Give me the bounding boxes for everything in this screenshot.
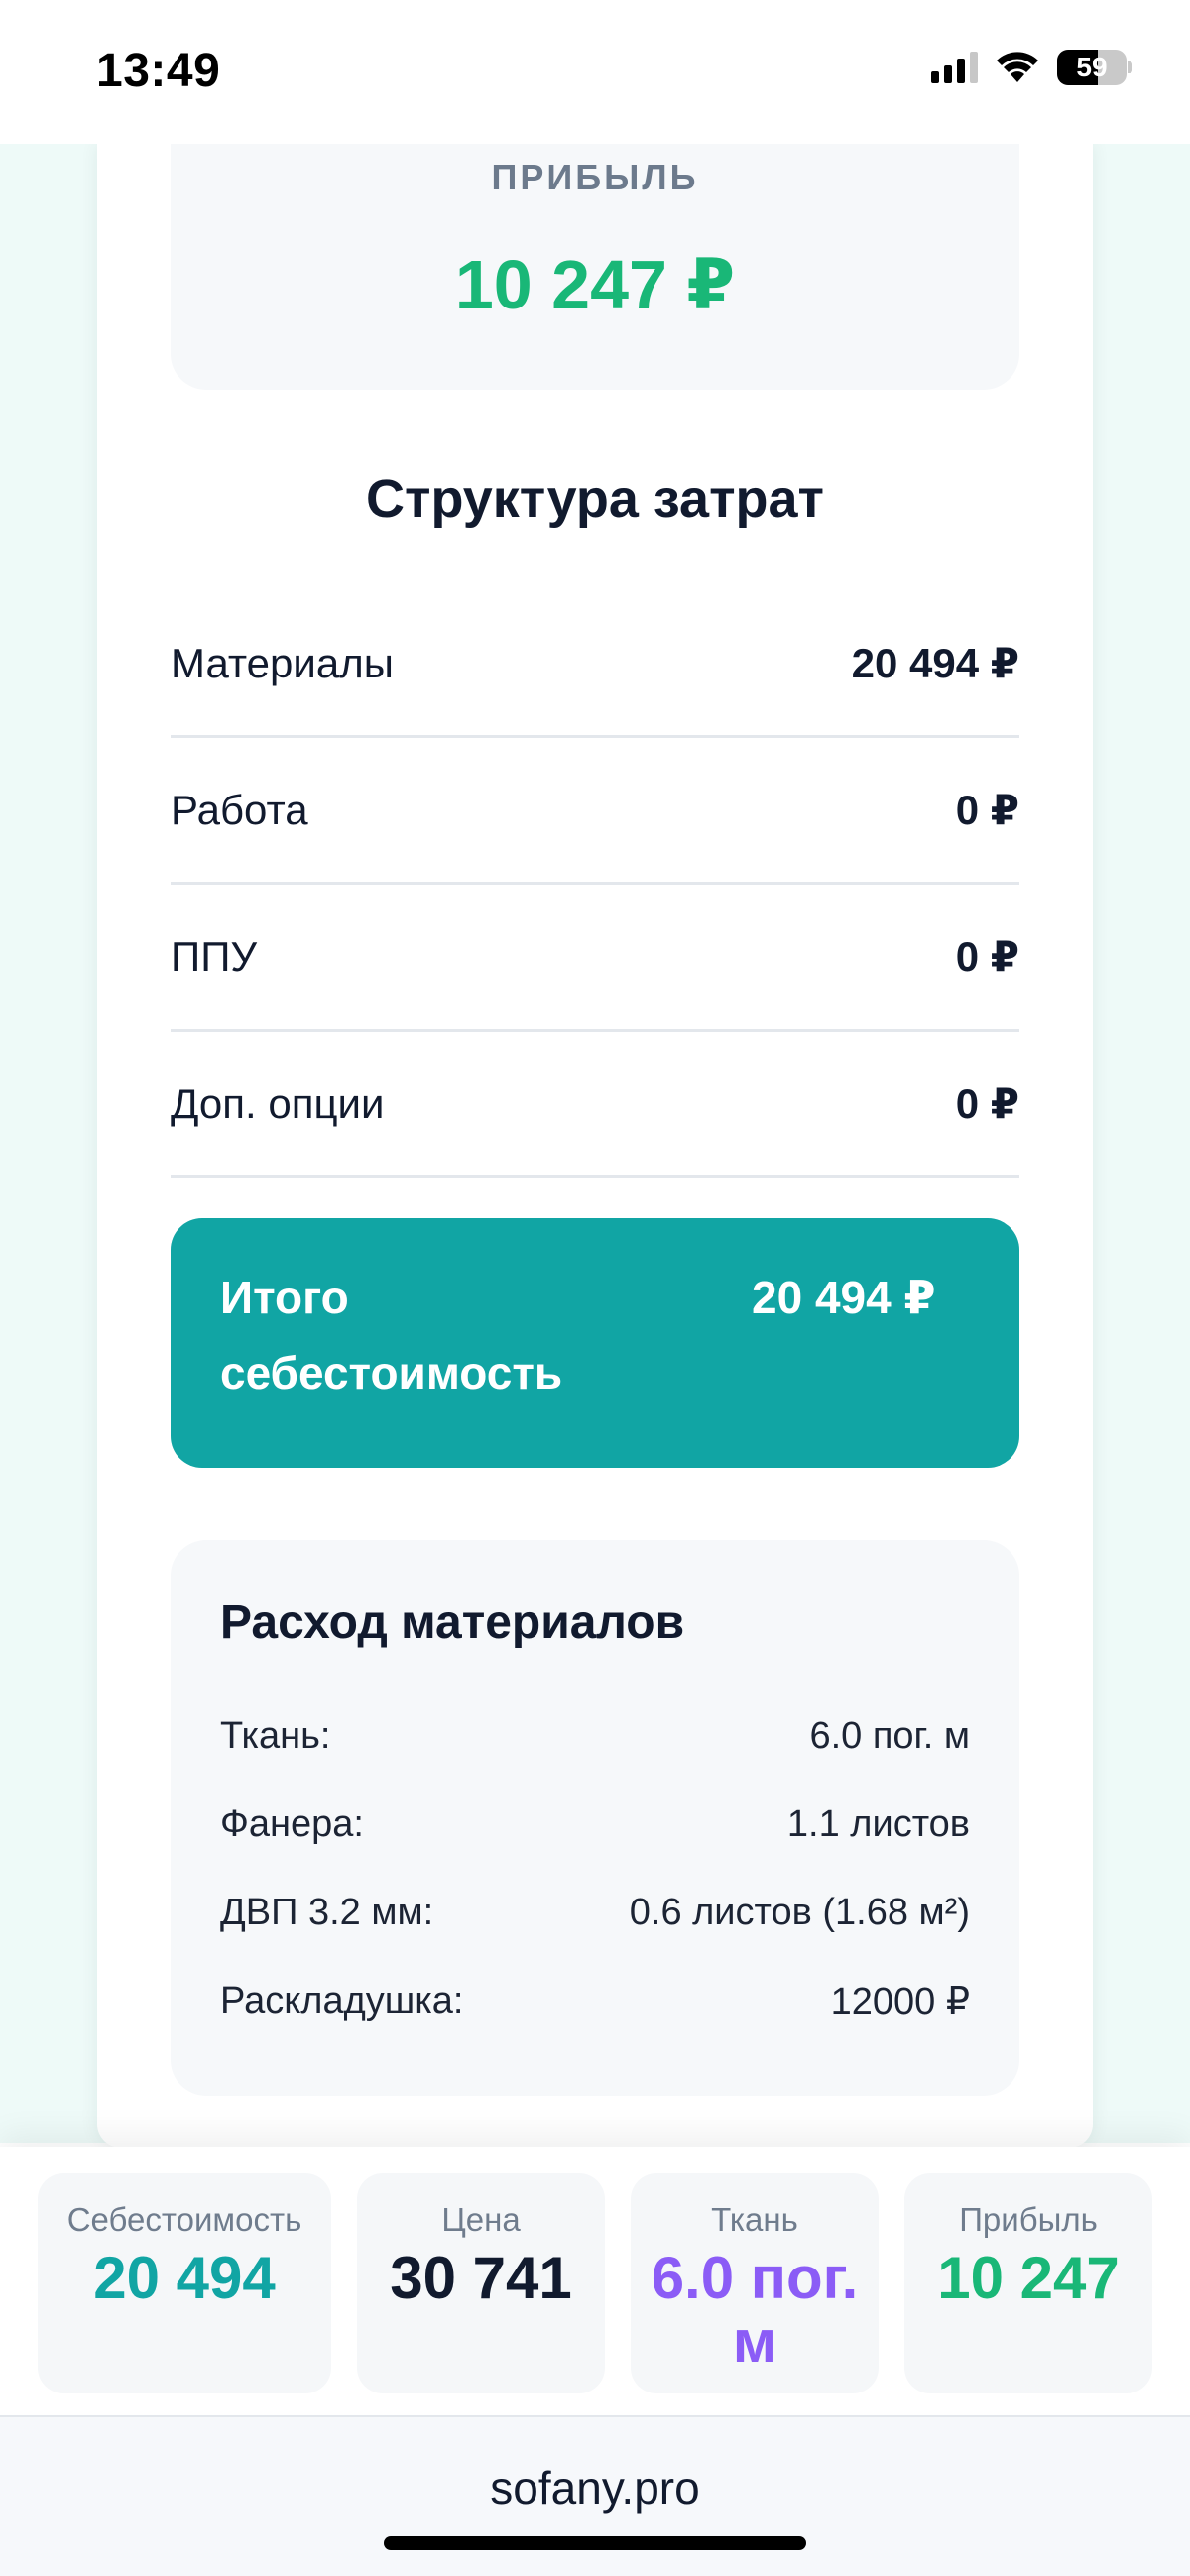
wifi-icon: [996, 51, 1039, 84]
stat-label: Ткань: [711, 2201, 798, 2238]
status-bar: 13:49 59: [0, 0, 1190, 144]
battery-icon: 59: [1057, 50, 1132, 85]
material-value: 6.0 пог. м: [809, 1714, 970, 1757]
material-value: 1.1 листов: [786, 1802, 970, 1845]
cost-row-label: Материалы: [171, 639, 394, 686]
status-icons: 59: [931, 50, 1132, 85]
profit-label: ПРИБЫЛЬ: [491, 157, 699, 197]
signal-icon: [931, 52, 978, 83]
cost-row-label: Доп. опции: [171, 1079, 385, 1127]
material-label: Ткань:: [220, 1714, 331, 1757]
stat-value: 30 741: [390, 2245, 572, 2311]
stat-label: Цена: [441, 2201, 521, 2238]
materials-box: Расход материалов Ткань: 6.0 пог. м Фане…: [171, 1540, 1019, 2096]
stat-value: 20 494: [93, 2245, 276, 2311]
cost-row-ppu: ППУ 0 ₽: [171, 885, 1019, 1032]
material-row-folding-mechanism: Раскладушка: 12000 ₽: [220, 1971, 970, 2030]
material-label: Фанера:: [220, 1802, 364, 1845]
total-cost-box: Итого себестоимость 20 494 ₽: [171, 1218, 1019, 1468]
cost-row-value: 20 494 ₽: [851, 640, 1019, 686]
cost-row-label: Работа: [171, 786, 308, 833]
stat-cost: Себестоимость 20 494: [38, 2173, 331, 2393]
total-cost-label: Итого себестоимость: [220, 1272, 563, 1399]
stat-fabric: Ткань 6.0 пог. м: [631, 2173, 879, 2393]
stat-label: Прибыль: [959, 2201, 1098, 2238]
browser-address-bar[interactable]: sofany.pro: [0, 2415, 1190, 2576]
stat-price: Цена 30 741: [357, 2173, 605, 2393]
materials-title: Расход материалов: [220, 1596, 685, 1649]
material-value: 12000 ₽: [830, 1980, 970, 2023]
total-cost-value: 20 494 ₽: [752, 1272, 936, 1323]
material-row-plywood: Фанера: 1.1 листов: [220, 1794, 970, 1854]
status-time: 13:49: [96, 45, 221, 97]
home-indicator[interactable]: [384, 2536, 806, 2550]
cost-structure-title: Структура затрат: [366, 469, 824, 529]
material-value: 0.6 листов (1.68 м²): [629, 1891, 970, 1933]
stat-label: Себестоимость: [66, 2201, 302, 2238]
cost-row-materials: Материалы 20 494 ₽: [171, 591, 1019, 738]
summary-stats-bar: Себестоимость 20 494 Цена 30 741 Ткань 6…: [0, 2147, 1190, 2415]
stat-value: 6.0 пог. м: [651, 2245, 859, 2375]
material-label: Раскладушка:: [220, 1979, 464, 2022]
cost-row-label: ППУ: [171, 932, 258, 980]
cost-row-value: 0 ₽: [955, 933, 1019, 980]
material-label: ДВП 3.2 мм:: [220, 1891, 434, 1933]
profit-value: 10 247 ₽: [454, 246, 736, 323]
battery-percentage: 59: [1076, 52, 1108, 82]
cost-row-extra-options: Доп. опции 0 ₽: [171, 1032, 1019, 1178]
cost-row-value: 0 ₽: [955, 787, 1019, 833]
material-row-fiberboard: ДВП 3.2 мм: 0.6 листов (1.68 м²): [220, 1883, 970, 1942]
stat-value: 10 247: [937, 2245, 1120, 2311]
cost-row-labor: Работа 0 ₽: [171, 738, 1019, 885]
site-domain[interactable]: sofany.pro: [0, 2461, 1190, 2515]
cost-row-value: 0 ₽: [955, 1080, 1019, 1127]
material-row-fabric: Ткань: 6.0 пог. м: [220, 1706, 970, 1766]
stat-profit: Прибыль 10 247: [904, 2173, 1152, 2393]
